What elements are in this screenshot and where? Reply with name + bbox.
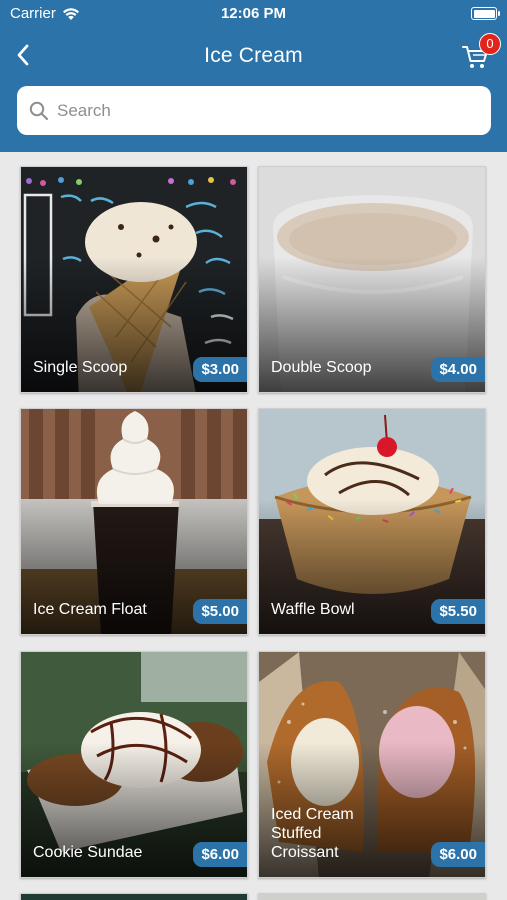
price-tag: $5.50 [431,599,485,624]
status-bar: Carrier 12:06 PM [0,0,507,28]
page-title: Ice Cream [204,44,303,67]
product-card-partial[interactable] [258,893,486,900]
price-tag: $5.00 [193,599,247,624]
header: Carrier 12:06 PM Ice Cream 0 [0,0,507,152]
search-bar[interactable] [17,86,491,135]
product-card[interactable]: Waffle Bowl $5.50 [258,408,486,635]
price-tag: $6.00 [193,842,247,867]
product-card-partial[interactable] [20,893,248,900]
product-name: Waffle Bowl [271,601,355,618]
product-name: Double Scoop [271,359,372,376]
status-time: 12:06 PM [220,5,287,22]
price-tag: $6.00 [431,842,485,867]
product-name: Ice Cream Float [33,601,147,618]
product-name: Single Scoop [33,359,128,376]
cart-button[interactable]: 0 [461,33,501,72]
product-card[interactable]: Cookie Sundae $6.00 [20,651,248,878]
cart-count-badge: 0 [479,33,501,55]
navigation-bar: Ice Cream 0 [0,32,507,78]
search-icon [29,101,49,120]
product-card[interactable]: Double Scoop $4.00 [258,166,486,393]
product-card[interactable]: Ice Cream Float $5.00 [20,408,248,635]
product-name: Cookie Sundae [33,844,143,861]
price-tag: $4.00 [431,357,485,382]
search-input[interactable] [57,100,457,121]
price-tag: $3.00 [193,357,247,382]
product-card[interactable]: Iced Cream Stuffed Croissant $6.00 [258,651,486,878]
product-card[interactable]: Single Scoop $3.00 [20,166,248,393]
product-name: Iced Cream Stuffed Croissant [271,806,354,861]
battery-icon [471,7,500,20]
